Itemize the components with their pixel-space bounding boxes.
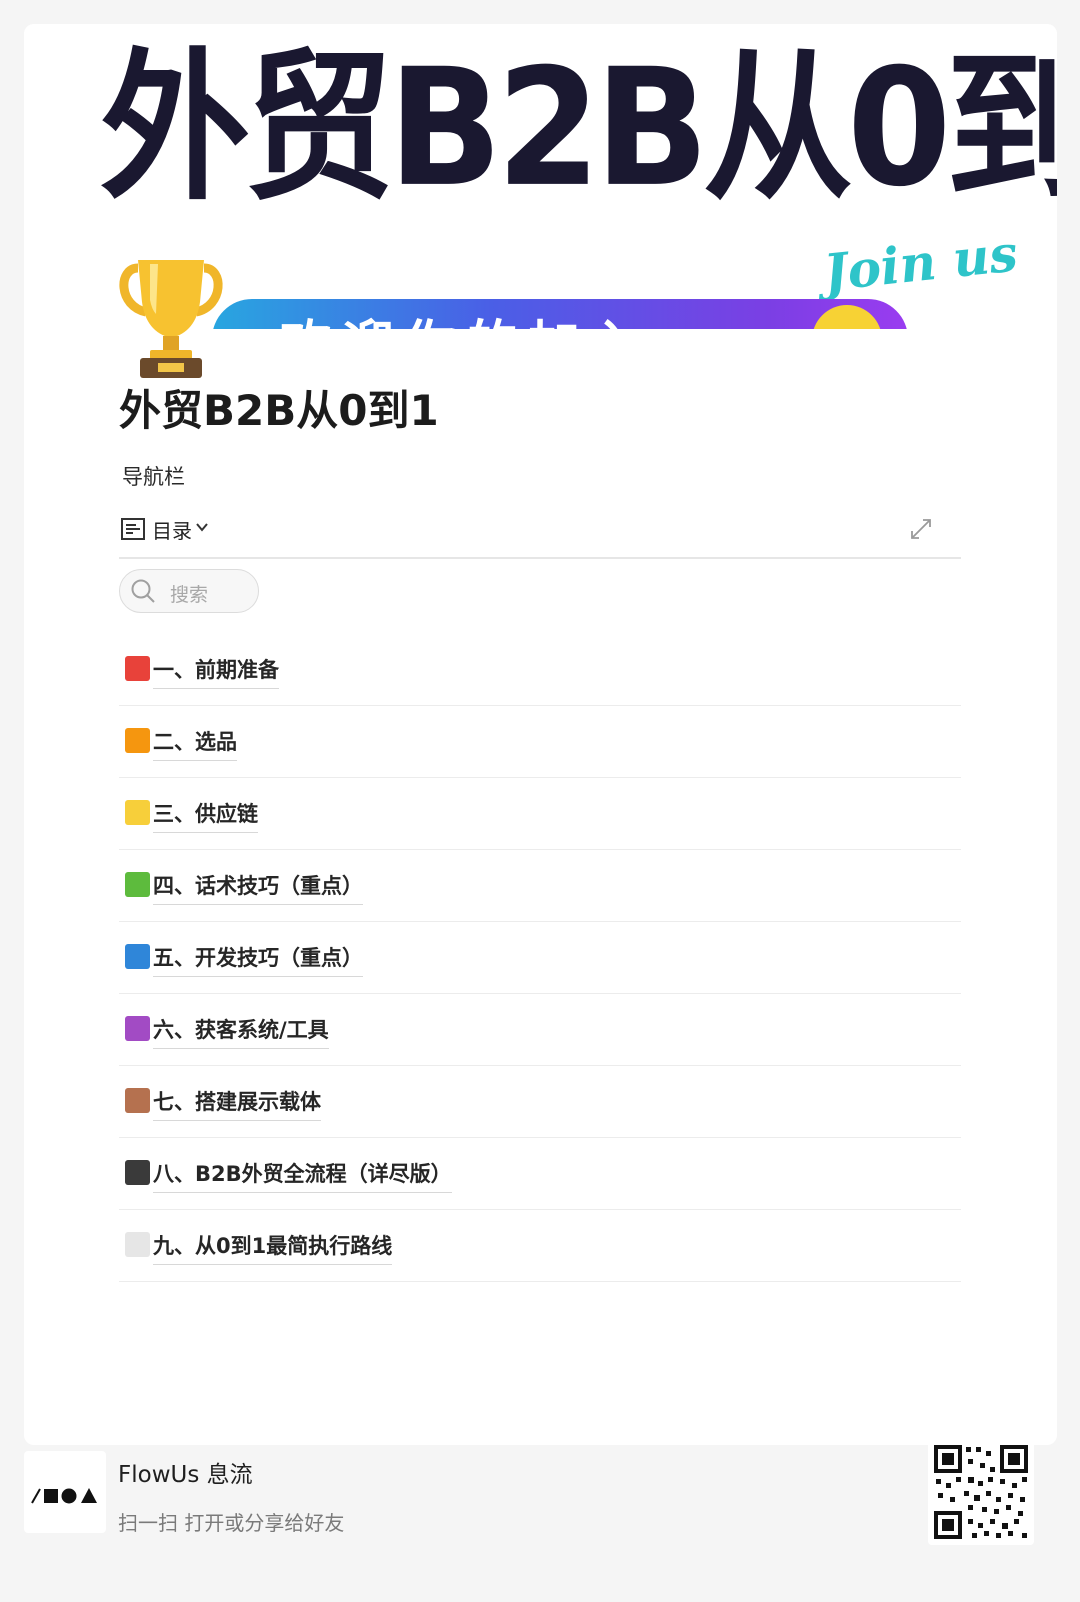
nav-item-supply-chain[interactable]: 三、供应链 (119, 778, 961, 850)
nav-item-development[interactable]: 五、开发技巧（重点） (119, 922, 961, 994)
brown-square-icon (125, 1088, 150, 1113)
nav-item-prep[interactable]: 一、前期准备 (119, 634, 961, 706)
nav-item-label[interactable]: 四、话术技巧（重点） (153, 870, 363, 905)
nav-item-roadmap[interactable]: 九、从0到1最简执行路线 (119, 1210, 961, 1282)
list-icon (121, 518, 145, 540)
nav-item-full-process[interactable]: 八、B2B外贸全流程（详尽版） (119, 1138, 961, 1210)
orange-square-icon (125, 728, 150, 753)
search-input[interactable]: 搜索 (119, 569, 259, 613)
brand-name: FlowUs 息流 (118, 1462, 253, 1488)
flowus-logo (24, 1451, 106, 1533)
nav-item-label[interactable]: 八、B2B外贸全流程（详尽版） (153, 1158, 452, 1193)
black-square-icon (125, 1160, 150, 1185)
green-square-icon (125, 872, 150, 897)
nav-item-showcase[interactable]: 七、搭建展示载体 (119, 1066, 961, 1138)
search-icon (131, 579, 155, 603)
flowus-logo-icon (31, 1488, 97, 1504)
nav-item-label[interactable]: 一、前期准备 (153, 654, 279, 689)
nav-item-label[interactable]: 五、开发技巧（重点） (153, 942, 363, 977)
qr-code[interactable] (928, 1439, 1034, 1545)
cover-welcome-text: 欢迎你的加入~~ (280, 303, 759, 329)
blue-square-icon (125, 944, 150, 969)
toc-header[interactable]: 目录 (119, 513, 961, 559)
trophy-icon (119, 260, 223, 378)
nav-item-scripts[interactable]: 四、话术技巧（重点） (119, 850, 961, 922)
nav-list: 一、前期准备 二、选品 三、供应链 四、话术技巧（重点） 五、开发技巧（重点） … (119, 634, 961, 1282)
search-placeholder: 搜索 (170, 584, 209, 606)
chevron-down-icon[interactable] (194, 519, 210, 535)
footer-tagline: 扫一扫 打开或分享给好友 (118, 1511, 345, 1535)
cover-welcome-banner: 欢迎你的加入~~ (212, 299, 908, 329)
nav-item-product-selection[interactable]: 二、选品 (119, 706, 961, 778)
toc-label[interactable]: 目录 (152, 515, 192, 544)
nav-item-label[interactable]: 二、选品 (153, 726, 237, 761)
purple-square-icon (125, 1016, 150, 1041)
white-square-icon (125, 1232, 150, 1257)
page-title: 外贸B2B从0到1 (119, 386, 439, 435)
yellow-square-icon (125, 800, 150, 825)
nav-item-acquisition-tools[interactable]: 六、获客系统/工具 (119, 994, 961, 1066)
red-square-icon (125, 656, 150, 681)
expand-icon[interactable] (909, 517, 933, 541)
nav-item-label[interactable]: 三、供应链 (153, 798, 258, 833)
footer: FlowUs 息流 扫一扫 打开或分享给好友 (0, 1439, 1080, 1602)
nav-item-label[interactable]: 六、获客系统/工具 (153, 1014, 329, 1049)
smiley-icon (812, 305, 882, 329)
nav-item-label[interactable]: 七、搭建展示载体 (153, 1086, 321, 1121)
nav-item-label[interactable]: 九、从0到1最简执行路线 (153, 1230, 393, 1265)
cover-title: 外贸B2B从0到1 (100, 34, 1057, 223)
page-card: 外贸B2B从0到1 Join us 欢迎你的加入~~ 外贸B2B从0到1 导航栏… (24, 24, 1057, 1445)
section-label: 导航栏 (122, 465, 185, 489)
